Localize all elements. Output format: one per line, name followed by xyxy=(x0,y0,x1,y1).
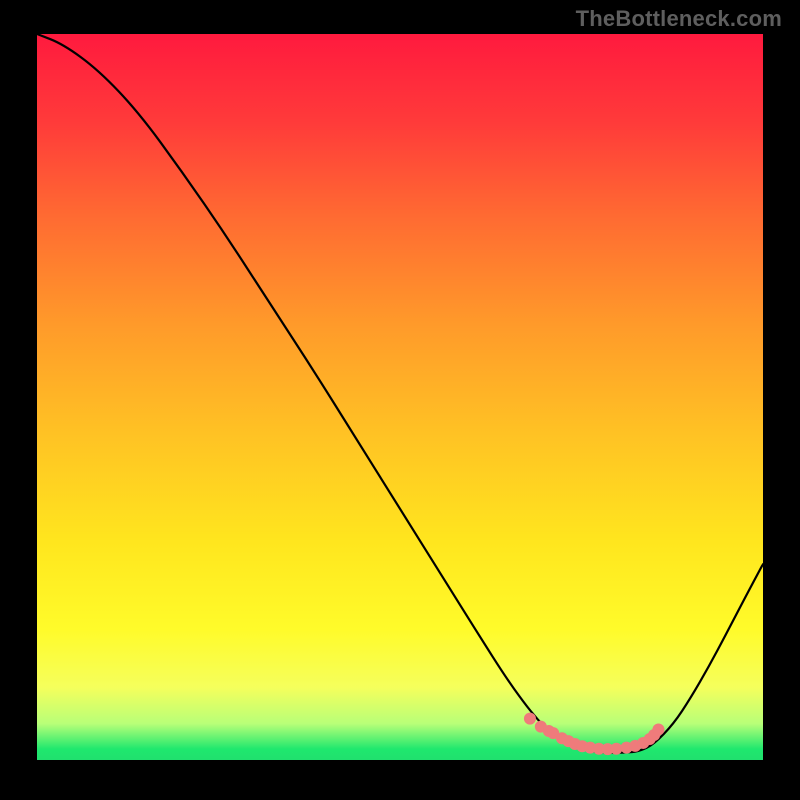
plot-area xyxy=(37,34,763,760)
optimum-marker xyxy=(610,743,622,755)
optimum-marker xyxy=(652,724,664,736)
optimum-marker xyxy=(524,713,536,725)
chart-container: TheBottleneck.com xyxy=(0,0,800,800)
chart-svg xyxy=(37,34,763,760)
watermark-label: TheBottleneck.com xyxy=(576,6,782,32)
gradient-background xyxy=(37,34,763,760)
